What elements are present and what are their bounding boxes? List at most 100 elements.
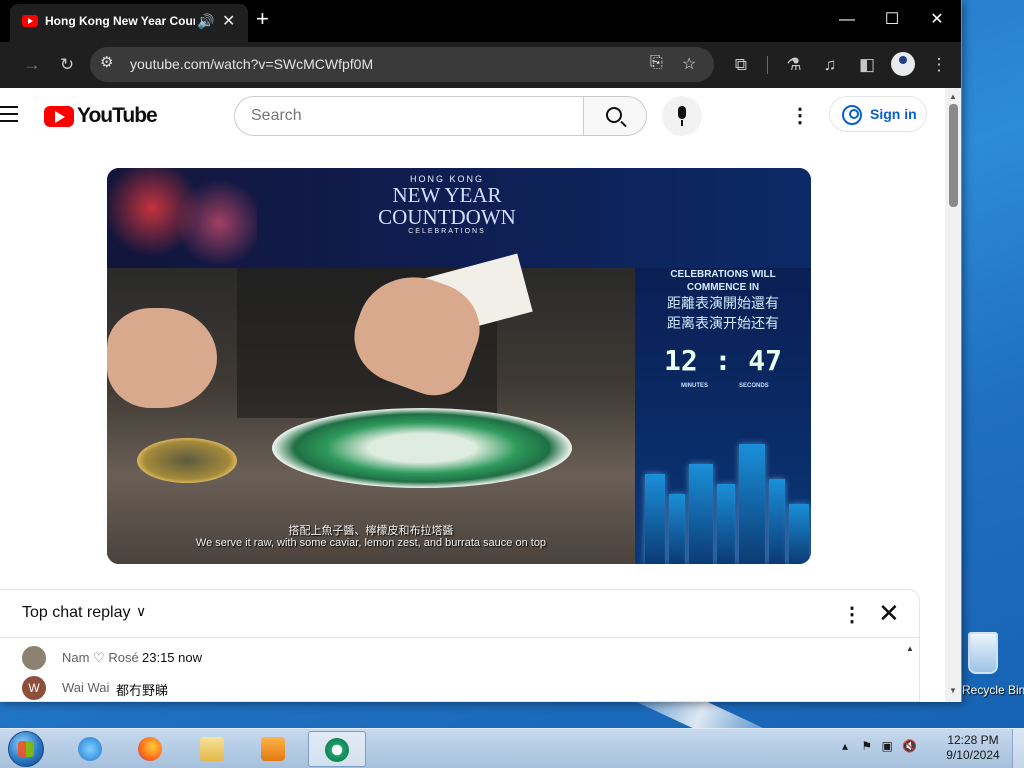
scroll-up-icon[interactable]: ▲ [949, 92, 957, 101]
chef-left-hand [107, 308, 217, 408]
logo-line2: COUNTDOWN [378, 205, 516, 229]
search-icon [606, 107, 622, 123]
side-panel-icon[interactable]: ◧ [855, 53, 879, 77]
countdown-heading: CELEBRATIONS WILL COMMENCE IN [635, 268, 811, 294]
show-hidden-icons[interactable]: ▴ [842, 739, 848, 753]
chrome-taskbar-button[interactable] [308, 731, 366, 767]
account-icon [842, 105, 862, 125]
start-button[interactable] [8, 731, 44, 767]
minimize-button[interactable]: — [832, 8, 862, 32]
network-icon[interactable]: ▣ [881, 739, 892, 753]
media-player-taskbar-button[interactable] [249, 731, 297, 767]
city-skyline [635, 428, 811, 564]
chat-author[interactable]: Wai Wai [62, 680, 109, 695]
avatar[interactable]: W [22, 676, 46, 700]
skyline-building [689, 464, 713, 564]
seconds-label: SECONDS [739, 383, 769, 389]
video-banner: HONG KONG NEW YEAR COUNTDOWN CELEBRATION… [107, 168, 811, 268]
clock-date: 9/10/2024 [946, 748, 1000, 762]
close-chat-icon[interactable]: ✕ [878, 598, 900, 629]
bookmark-star-icon[interactable]: ☆ [682, 54, 696, 74]
minutes-label: MINUTES [681, 383, 708, 389]
hamburger-menu-icon[interactable] [0, 106, 20, 124]
sign-in-button[interactable]: Sign in [829, 96, 927, 132]
tab-title: Hong Kong New Year Countdown [45, 14, 195, 28]
microphone-icon [678, 106, 686, 119]
countdown-logo: HONG KONG NEW YEAR COUNTDOWN CELEBRATION… [377, 174, 517, 235]
youtube-header: YouTube ⋮ Sign in [0, 88, 945, 144]
video-scene: 搭配上魚子醬、檸檬皮和布拉塔醬 We serve it raw, with so… [107, 253, 635, 564]
recycle-bin-icon [968, 632, 998, 674]
volume-muted-icon[interactable]: 🔇 [902, 739, 917, 753]
folder-icon [200, 737, 224, 761]
skyline-building [789, 504, 809, 564]
skyline-building [769, 479, 785, 564]
browser-toolbar: → ↻ ⚙ youtube.com/watch?v=SWcMCWfpf0M ⎘ … [0, 42, 961, 88]
search-input[interactable] [234, 96, 584, 136]
caviar-tin [137, 438, 237, 483]
logo-line1: NEW YEAR [392, 183, 502, 207]
scroll-thumb[interactable] [949, 104, 958, 207]
chat-message: Nam ♡ Rosé 23:15 now [22, 646, 902, 670]
green-plate [272, 408, 572, 488]
skyline-building [669, 494, 685, 564]
taskbar-clock[interactable]: 12:28 PM 9/10/2024 [940, 733, 1006, 763]
close-window-button[interactable]: ✕ [922, 8, 952, 32]
page-scrollbar[interactable]: ▲ ▼ [945, 88, 961, 702]
chat-author[interactable]: Nam ♡ Rosé [62, 650, 139, 666]
system-tray: ▴ ⚑ ▣ 🔇 [842, 739, 917, 753]
chat-text: 23:15 now [142, 650, 202, 665]
forward-icon[interactable]: → [20, 53, 44, 77]
chat-mode-selector[interactable]: Top chat replay [22, 604, 131, 622]
install-app-icon[interactable]: ⎘ [650, 54, 663, 72]
new-tab-button[interactable]: + [256, 7, 269, 31]
search-button[interactable] [583, 96, 647, 136]
show-desktop-button[interactable] [1012, 729, 1024, 768]
live-chat-panel: Top chat replay ∨ ⋮ ✕ ▲ Nam ♡ Rosé 23:15… [0, 589, 920, 702]
chat-message: W Wai Wai 都冇野睇 [22, 676, 902, 700]
countdown-timer: 12 : 47 [663, 344, 782, 377]
youtube-play-icon [44, 106, 74, 127]
file-explorer-taskbar-button[interactable] [188, 731, 236, 767]
internet-explorer-taskbar-button[interactable] [66, 731, 114, 767]
firefox-taskbar-button[interactable] [126, 731, 174, 767]
browser-window: Hong Kong New Year Countdown 🔊 ✕ + — ☐ ✕… [0, 0, 962, 702]
browser-menu-icon[interactable]: ⋮ [927, 53, 951, 77]
maximize-button[interactable]: ☐ [877, 8, 907, 32]
youtube-logo-text: YouTube [77, 104, 158, 127]
chat-menu-icon[interactable]: ⋮ [842, 602, 862, 627]
countdown-panel: CELEBRATIONS WILL COMMENCE IN 距離表演開始還有 距… [635, 268, 811, 564]
url-text[interactable]: youtube.com/watch?v=SWcMCWfpf0M [130, 56, 373, 72]
profile-avatar-icon[interactable] [891, 52, 915, 76]
microphone-stand [681, 120, 683, 126]
skyline-building [739, 444, 765, 564]
settings-menu-icon[interactable]: ⋮ [790, 104, 810, 128]
chevron-down-icon[interactable]: ∨ [136, 603, 146, 620]
countdown-heading-line1: CELEBRATIONS WILL [670, 269, 776, 280]
media-controls-icon[interactable]: ♫ [818, 53, 842, 77]
scroll-down-icon[interactable]: ▼ [949, 686, 957, 695]
speaker-icon[interactable]: 🔊 [197, 13, 214, 30]
browser-tab[interactable]: Hong Kong New Year Countdown 🔊 ✕ [10, 4, 248, 42]
action-center-flag-icon[interactable]: ⚑ [861, 739, 872, 753]
labs-flask-icon[interactable]: ⚗ [782, 53, 806, 77]
skyline-building [717, 484, 735, 564]
skyline-building [645, 474, 665, 564]
toolbar-separator [767, 56, 768, 74]
youtube-favicon-icon [22, 15, 38, 27]
close-tab-icon[interactable]: ✕ [222, 11, 235, 31]
avatar[interactable] [22, 646, 46, 670]
recycle-bin-label: Recycle Bin [962, 683, 1024, 697]
internet-explorer-icon [78, 737, 102, 761]
site-info-icon[interactable]: ⚙ [100, 53, 113, 71]
fireworks-graphic [107, 168, 257, 268]
recycle-bin[interactable]: Recycle Bin [962, 630, 1024, 700]
extensions-icon[interactable]: ⧉ [729, 53, 753, 77]
reload-icon[interactable]: ↻ [55, 53, 79, 77]
chat-scroll-up-icon[interactable]: ▲ [906, 644, 914, 653]
voice-search-button[interactable] [662, 96, 702, 136]
address-bar[interactable]: ⚙ youtube.com/watch?v=SWcMCWfpf0M ⎘ ☆ [90, 47, 714, 82]
video-player[interactable]: HONG KONG NEW YEAR COUNTDOWN CELEBRATION… [107, 168, 811, 564]
firefox-icon [138, 737, 162, 761]
countdown-heading-traditional: 距離表演開始還有 [667, 295, 779, 311]
